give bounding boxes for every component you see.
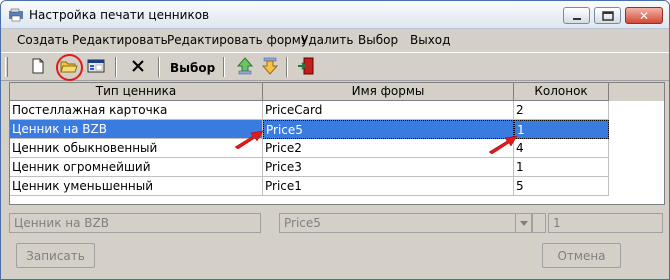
table-row-selected[interactable]: Ценник на BZB Price5 1 [10, 120, 664, 139]
column-header-form-name[interactable]: Имя формы [263, 83, 514, 101]
cell-form-name[interactable]: Price3 [263, 158, 514, 177]
maximize-button[interactable] [594, 7, 621, 24]
columns-field-spacer [532, 213, 546, 233]
table-row[interactable]: Ценник огромнейший Price3 1 [10, 158, 664, 177]
close-button[interactable]: ✕ [625, 7, 663, 24]
new-button[interactable] [27, 56, 49, 78]
arrow-up-icon [236, 56, 254, 78]
cell-columns[interactable]: 2 [514, 101, 609, 120]
arrow-down-icon [261, 57, 279, 78]
toolbar-grip[interactable] [5, 57, 8, 77]
cell-type[interactable]: Ценник обыкновенный [10, 139, 263, 158]
edit-form-button[interactable] [85, 56, 107, 78]
cell-form-name[interactable]: Price2 [263, 139, 514, 158]
table-row[interactable]: Ценник обыкновенный Price2 4 [10, 139, 664, 158]
form-icon [87, 59, 105, 76]
table-row[interactable]: Ценник уменьшенный Price1 5 [10, 177, 664, 196]
cell-columns[interactable]: 5 [514, 177, 609, 196]
column-header-type[interactable]: Тип ценника [10, 83, 263, 101]
delete-button[interactable] [127, 56, 149, 78]
menu-select[interactable]: Выбор [358, 33, 398, 47]
minimize-button[interactable] [563, 7, 590, 24]
exit-button[interactable] [295, 56, 317, 78]
toolbar-separator [115, 57, 117, 77]
cell-type[interactable]: Ценник на BZB [10, 120, 263, 139]
cell-form-name[interactable]: Price5 [263, 120, 514, 139]
menu-edit[interactable]: Редактировать [72, 33, 168, 47]
toolbar: Выбор [1, 52, 669, 81]
price-print-settings-window: Настройка печати ценников ✕ Создать Реда… [0, 0, 670, 280]
delete-icon [131, 59, 145, 76]
cell-type[interactable]: Ценник огромнейший [10, 158, 263, 177]
cell-type[interactable]: Ценник уменьшенный [10, 177, 263, 196]
app-icon [8, 8, 24, 22]
move-down-button[interactable] [259, 56, 281, 78]
select-button[interactable]: Выбор [170, 61, 215, 75]
cell-form-name[interactable]: PriceCard [263, 101, 514, 120]
menu-exit[interactable]: Выход [410, 33, 450, 47]
menu-create[interactable]: Создать [17, 33, 69, 47]
toolbar-separator [158, 57, 160, 77]
move-up-button[interactable] [234, 56, 256, 78]
column-header-columns[interactable]: Колонок [514, 83, 609, 101]
cell-type[interactable]: Постеллажная карточка [10, 101, 263, 120]
type-field[interactable]: Ценник на BZB [9, 213, 261, 233]
columns-pointer-arrow-annotation [488, 135, 518, 154]
window-title: Настройка печати ценников [29, 8, 210, 22]
form-name-combobox[interactable]: Price5 [279, 213, 532, 233]
price-tags-table[interactable]: Тип ценника Имя формы Колонок Постеллажн… [9, 82, 665, 205]
cell-form-name[interactable]: Price1 [263, 177, 514, 196]
menu-delete[interactable]: Удалить [301, 33, 354, 47]
cell-columns[interactable]: 1 [514, 158, 609, 177]
cell-columns[interactable]: 1 [514, 120, 609, 139]
save-button[interactable]: Записать [16, 243, 95, 268]
close-icon: ✕ [638, 8, 650, 23]
exit-door-icon [297, 57, 315, 78]
cell-columns[interactable]: 4 [514, 139, 609, 158]
open-button-highlight-annotation [56, 54, 83, 81]
toolbar-separator [286, 57, 288, 77]
form-name-pointer-arrow-annotation [234, 130, 264, 149]
columns-field[interactable]: 1 [548, 213, 663, 233]
dropdown-arrow-icon[interactable] [515, 214, 531, 232]
toolbar-separator [223, 57, 225, 77]
form-name-value: Price5 [284, 216, 321, 230]
cancel-button[interactable]: Отмена [542, 243, 621, 268]
menu-edit-form[interactable]: Редактировать форму [167, 33, 308, 47]
table-header: Тип ценника Имя формы Колонок [10, 83, 664, 101]
table-row[interactable]: Постеллажная карточка PriceCard 2 [10, 101, 664, 120]
menu-bar: Создать Редактировать Редактировать форм… [1, 29, 669, 51]
title-bar[interactable]: Настройка печати ценников ✕ [1, 1, 669, 29]
new-document-icon [31, 58, 45, 77]
